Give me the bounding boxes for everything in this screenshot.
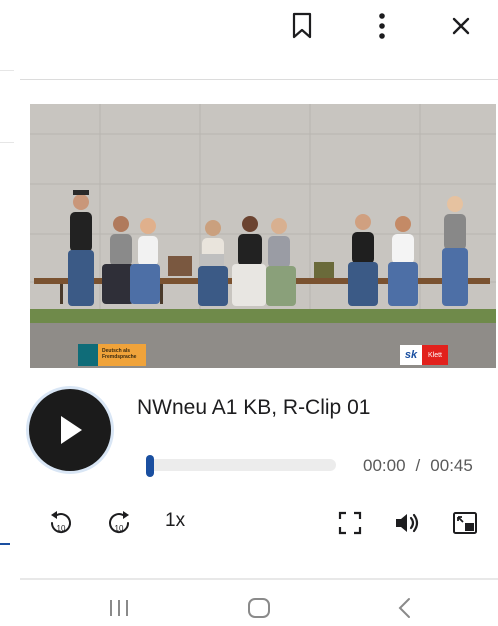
picture-in-picture-button[interactable] bbox=[450, 508, 480, 538]
current-time: 00:00 bbox=[363, 456, 406, 475]
background-panel-edge bbox=[0, 142, 14, 143]
klett-logo-text: Klett bbox=[422, 345, 448, 365]
home-icon[interactable] bbox=[244, 590, 274, 626]
video-still bbox=[30, 104, 496, 368]
bottom-divider bbox=[20, 578, 498, 580]
time-separator: / bbox=[415, 456, 421, 475]
forward-10-icon: 10 bbox=[109, 511, 130, 534]
volume-button[interactable] bbox=[392, 508, 424, 538]
rewind-10-button[interactable]: 10 bbox=[46, 508, 76, 538]
close-icon[interactable] bbox=[441, 8, 481, 44]
bookmark-icon[interactable] bbox=[282, 8, 322, 44]
system-navigation-bar bbox=[0, 590, 498, 626]
fullscreen-button[interactable] bbox=[336, 508, 364, 538]
badge-text: Deutsch als Fremdsprache bbox=[102, 348, 137, 360]
recent-apps-icon[interactable] bbox=[104, 590, 134, 626]
publisher-badge: Deutsch als Fremdsprache bbox=[78, 344, 146, 366]
rewind-label: 10 bbox=[57, 524, 66, 533]
more-vertical-icon[interactable] bbox=[362, 8, 402, 44]
badge-accent bbox=[78, 344, 98, 366]
fullscreen-icon bbox=[338, 511, 362, 535]
time-display: 00:00 / 00:45 bbox=[363, 456, 473, 476]
video-frame[interactable]: Deutsch als Fremdsprache sk Klett bbox=[30, 104, 496, 368]
progress-thumb[interactable] bbox=[146, 455, 154, 477]
progress-track[interactable] bbox=[146, 459, 336, 471]
picture-in-picture-icon bbox=[453, 512, 477, 534]
forward-10-button[interactable]: 10 bbox=[104, 508, 134, 538]
duration: 00:45 bbox=[430, 456, 473, 475]
playback-speed-button[interactable]: 1x bbox=[165, 510, 185, 532]
play-button[interactable] bbox=[29, 389, 111, 471]
back-icon[interactable] bbox=[390, 590, 420, 626]
klett-logo-mark: sk bbox=[400, 345, 422, 365]
top-bar bbox=[0, 0, 498, 56]
background-panel-accent bbox=[0, 543, 10, 545]
klett-logo: sk Klett bbox=[400, 345, 448, 365]
rewind-10-icon: 10 bbox=[50, 511, 71, 534]
background-panel-edge bbox=[0, 70, 14, 71]
play-icon bbox=[61, 416, 82, 444]
top-divider bbox=[20, 79, 498, 80]
forward-label: 10 bbox=[115, 524, 124, 533]
volume-icon bbox=[396, 513, 419, 533]
video-title: NWneu A1 KB, R-Clip 01 bbox=[137, 396, 371, 419]
